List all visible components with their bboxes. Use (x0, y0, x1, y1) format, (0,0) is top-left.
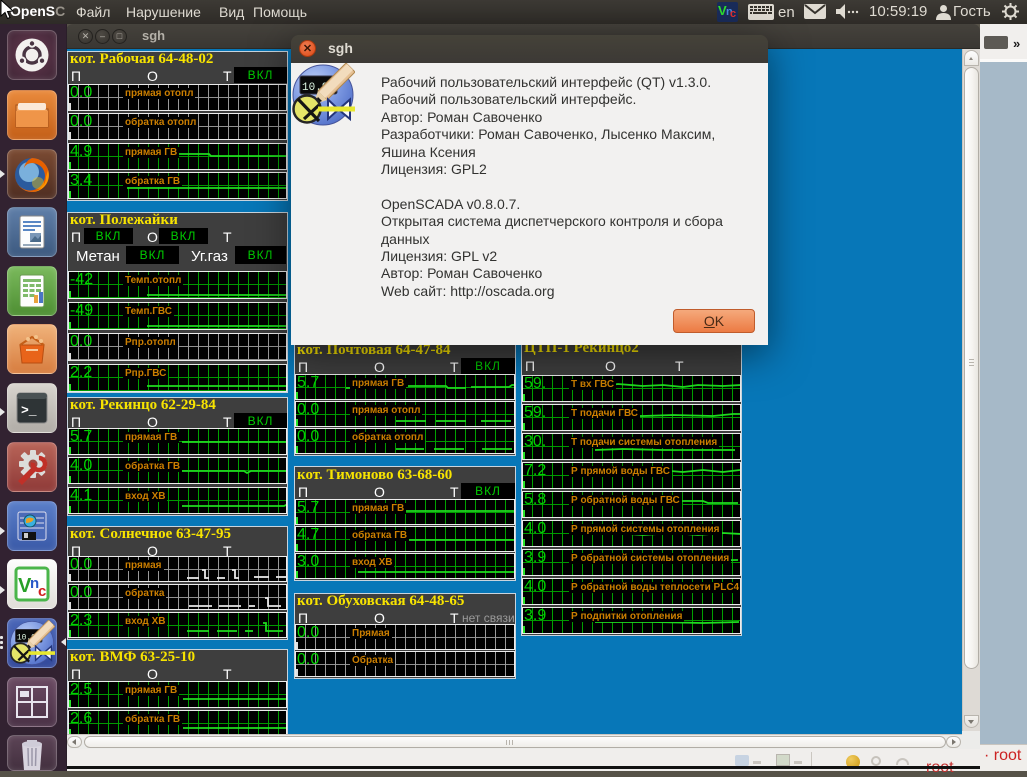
svg-text:>_: >_ (21, 403, 37, 418)
svg-text:c: c (38, 583, 46, 600)
